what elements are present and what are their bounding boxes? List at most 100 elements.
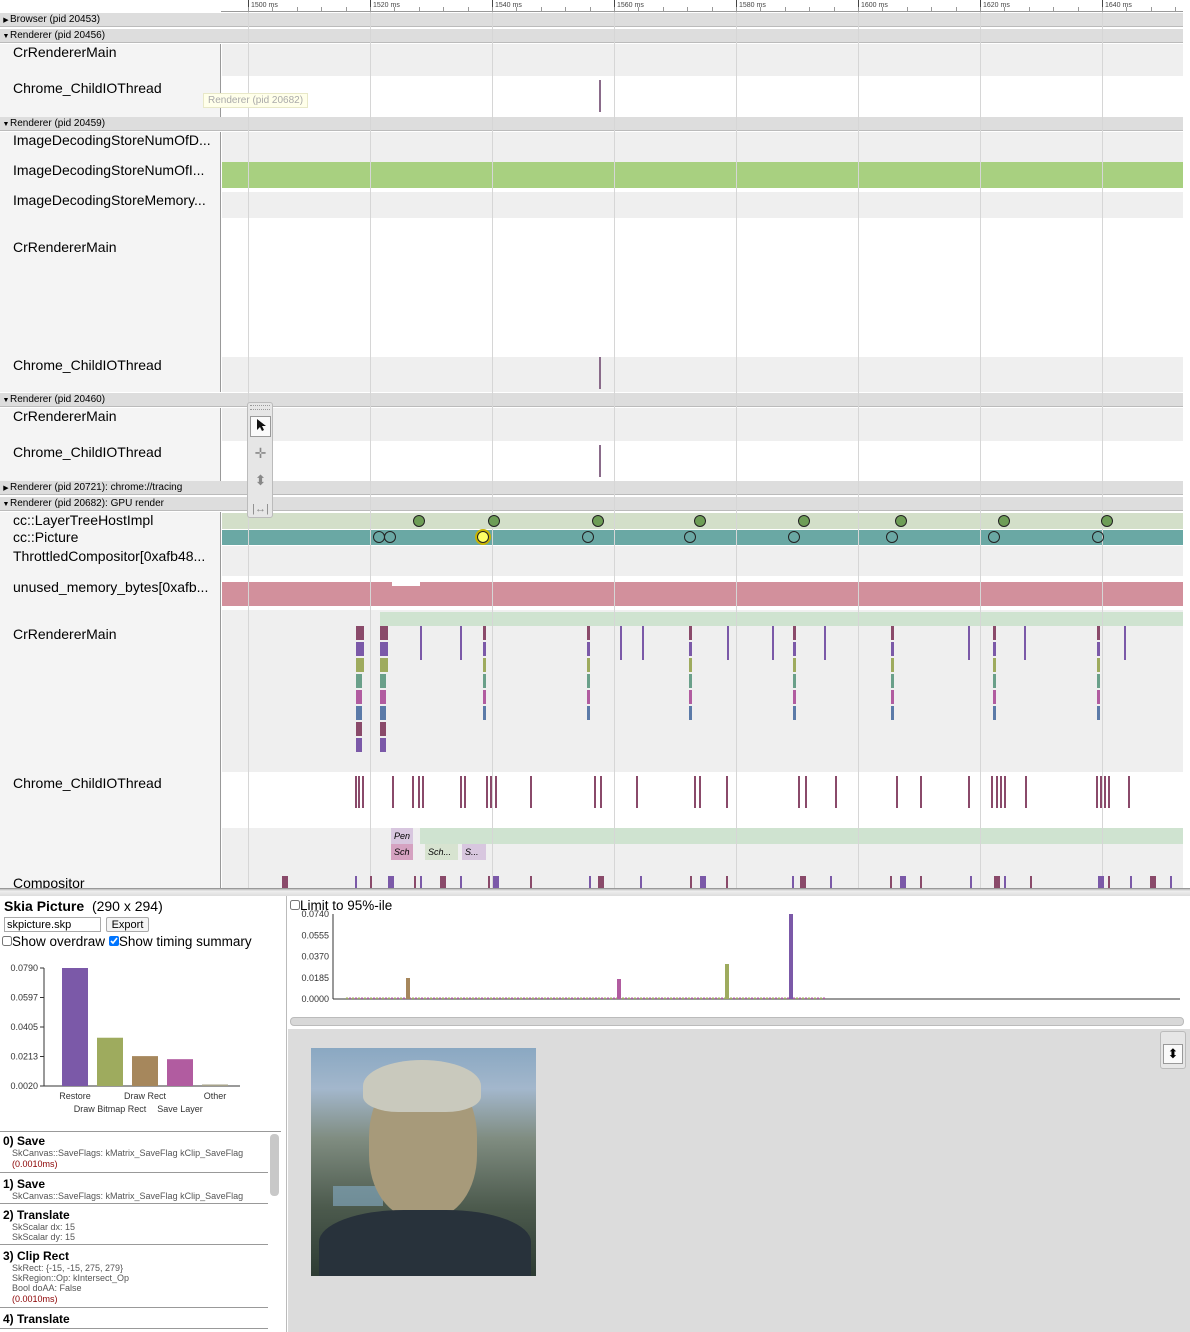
cr-slice[interactable] (891, 706, 894, 720)
expand-triangle-icon[interactable]: ▶ (2, 482, 10, 496)
io-slice[interactable] (355, 776, 357, 808)
cr-slice[interactable] (356, 722, 362, 736)
cr-slice[interactable] (587, 706, 590, 720)
compositor-slice[interactable] (414, 876, 416, 888)
cr-slice[interactable] (993, 706, 996, 720)
slice-pen[interactable]: Pen (391, 828, 413, 844)
show-timing-checkbox[interactable] (108, 936, 119, 946)
io-slice[interactable] (1100, 776, 1102, 808)
cr-slice[interactable] (1097, 642, 1100, 656)
compositor-slice[interactable] (1170, 876, 1172, 888)
cr-slice[interactable] (356, 706, 362, 720)
time-ruler[interactable]: 1500 ms 1520 ms 1540 ms 1560 ms 1580 ms … (221, 0, 1183, 12)
io-slice[interactable] (460, 776, 462, 808)
slice-bar[interactable] (420, 828, 1183, 844)
cr-slice[interactable] (891, 626, 894, 640)
io-slice[interactable] (1096, 776, 1098, 808)
collapse-triangle-icon[interactable]: ▼ (2, 498, 10, 512)
compositor-slice[interactable] (1098, 876, 1104, 888)
snapshot-marker[interactable] (488, 515, 500, 527)
compositor-slice[interactable] (800, 876, 806, 888)
snapshot-marker[interactable] (798, 515, 810, 527)
cr-slice[interactable] (356, 642, 364, 656)
io-slice[interactable] (805, 776, 807, 808)
io-slice[interactable] (464, 776, 466, 808)
io-slice[interactable] (490, 776, 492, 808)
compositor-slice[interactable] (598, 876, 604, 888)
picture-marker[interactable] (1092, 531, 1104, 543)
picture-marker[interactable] (384, 531, 396, 543)
compositor-slice[interactable] (355, 876, 357, 888)
filename-input[interactable] (4, 917, 101, 932)
cr-slice[interactable] (1024, 626, 1026, 660)
process-header-renderer-20459[interactable]: ▼Renderer (pid 20459) (0, 117, 1183, 131)
cr-slice[interactable] (1097, 658, 1100, 672)
slice-s[interactable]: S... (462, 844, 486, 860)
cr-slice[interactable] (356, 626, 364, 640)
cr-slice[interactable] (1097, 674, 1100, 688)
cr-slice[interactable] (689, 642, 692, 656)
compositor-slice[interactable] (700, 876, 706, 888)
snapshot-marker[interactable] (1101, 515, 1113, 527)
picture-marker[interactable] (988, 531, 1000, 543)
compositor-slice[interactable] (388, 876, 394, 888)
process-header-renderer-20456[interactable]: ▼Renderer (pid 20456) (0, 29, 1183, 43)
io-slice[interactable] (362, 776, 364, 808)
io-slice[interactable] (726, 776, 728, 808)
cr-slice[interactable] (587, 690, 590, 704)
cr-slice[interactable] (993, 642, 996, 656)
thread-track[interactable] (222, 441, 1183, 481)
picture-marker[interactable] (582, 531, 594, 543)
compositor-slice[interactable] (690, 876, 692, 888)
cr-slice[interactable] (483, 642, 486, 656)
process-header-renderer-20682[interactable]: ▼Renderer (pid 20682): GPU render (0, 497, 1183, 511)
thread-track[interactable] (222, 772, 1183, 828)
io-slice[interactable] (1000, 776, 1002, 808)
picture-viewport[interactable]: ⬍ (288, 1029, 1190, 1332)
thread-track[interactable] (222, 610, 1183, 772)
snapshot-marker[interactable] (998, 515, 1010, 527)
cr-slice[interactable] (993, 626, 996, 640)
io-slice[interactable] (1108, 776, 1110, 808)
cr-slice[interactable] (380, 658, 388, 672)
picture-marker[interactable] (477, 531, 489, 543)
io-slice[interactable] (896, 776, 898, 808)
cr-slice[interactable] (891, 658, 894, 672)
compositor-slice[interactable] (488, 876, 490, 888)
collapse-triangle-icon[interactable]: ▼ (2, 30, 10, 44)
thread-track[interactable] (222, 218, 1183, 357)
cr-slice[interactable] (891, 642, 894, 656)
io-slice[interactable] (358, 776, 360, 808)
io-slice[interactable] (920, 776, 922, 808)
mouse-mode-selector[interactable]: ✛ ⬍ |↔| (247, 402, 273, 518)
compositor-slice[interactable] (530, 876, 532, 888)
timeline-scrollbar[interactable] (290, 1017, 1184, 1026)
cr-slice[interactable] (793, 658, 796, 672)
snapshot-marker[interactable] (694, 515, 706, 527)
io-slice[interactable] (392, 776, 394, 808)
io-slice[interactable] (636, 776, 638, 808)
io-slice[interactable] (991, 776, 993, 808)
cr-slice[interactable] (380, 642, 388, 656)
compositor-slice[interactable] (900, 876, 906, 888)
panel-splitter[interactable] (0, 888, 1190, 896)
compositor-slice[interactable] (440, 876, 446, 888)
process-header-renderer-20721[interactable]: ▶Renderer (pid 20721): chrome://tracing (0, 481, 1183, 495)
counter-track[interactable] (222, 162, 1183, 188)
cr-slice[interactable] (1124, 626, 1126, 660)
picture-marker[interactable] (684, 531, 696, 543)
command-timeline-chart[interactable]: 0.0740 0.0555 0.0370 0.0185 0.0000 (288, 906, 1184, 1006)
cr-slice[interactable] (968, 626, 970, 660)
expand-triangle-icon[interactable]: ▶ (2, 14, 10, 28)
compositor-slice[interactable] (1150, 876, 1156, 888)
cr-slice[interactable] (891, 690, 894, 704)
cr-slice[interactable] (793, 642, 796, 656)
collapse-triangle-icon[interactable]: ▼ (2, 394, 10, 408)
cr-slice[interactable] (483, 626, 486, 640)
compositor-slice[interactable] (1108, 876, 1110, 888)
cr-slice[interactable] (356, 738, 362, 752)
io-slice[interactable] (599, 357, 601, 389)
cr-slice[interactable] (793, 674, 796, 688)
cr-slice[interactable] (356, 690, 362, 704)
io-slice[interactable] (1025, 776, 1027, 808)
